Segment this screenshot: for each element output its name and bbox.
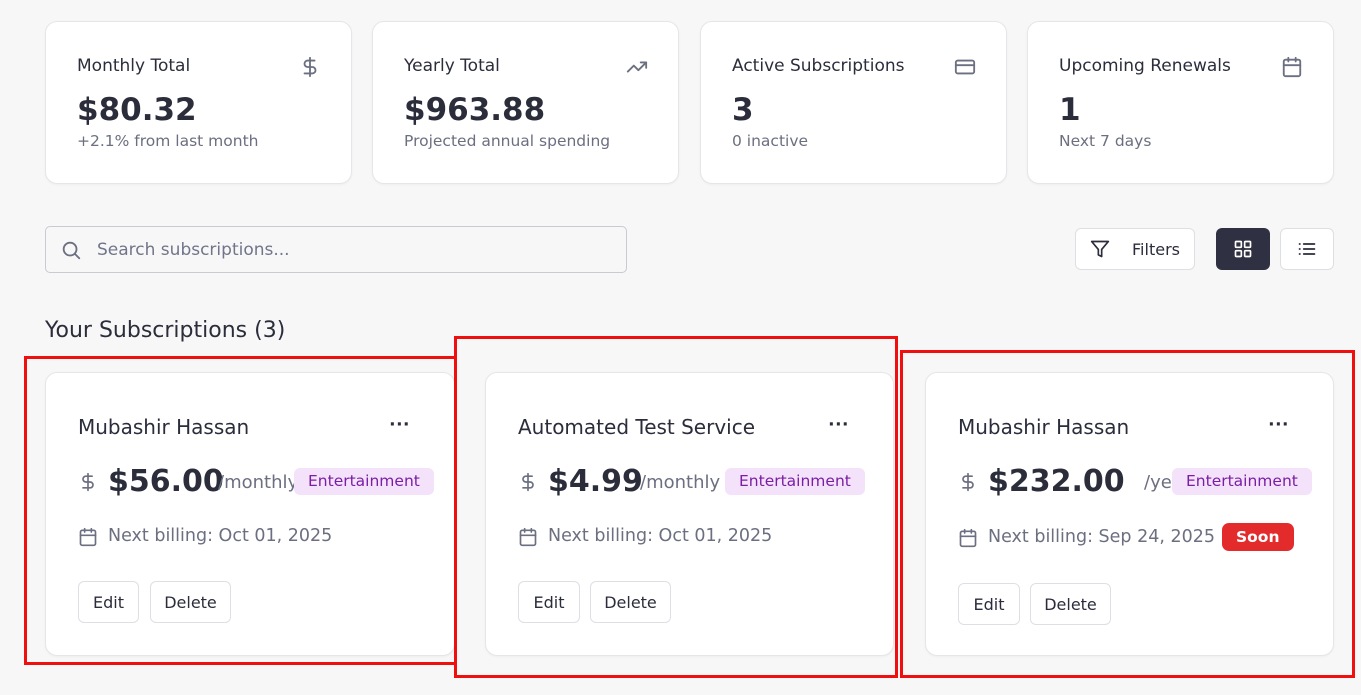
filters-button[interactable]: Filters xyxy=(1075,228,1195,270)
list-icon xyxy=(1298,243,1316,255)
trending-up-icon xyxy=(626,61,648,73)
edit-button[interactable]: Edit xyxy=(958,583,1020,625)
subscription-price: $56.00 xyxy=(108,464,224,499)
stat-card-yearly-total: Yearly Total $963.88 Projected annual sp… xyxy=(372,21,679,184)
stat-value: $80.32 xyxy=(77,92,197,128)
next-billing-date: Next billing: Sep 24, 2025 xyxy=(988,527,1216,547)
stat-label: Upcoming Renewals xyxy=(1059,56,1231,76)
stat-subtext: +2.1% from last month xyxy=(77,132,259,150)
dollar-icon xyxy=(82,472,94,492)
stat-value: 3 xyxy=(732,92,754,128)
soon-badge: Soon xyxy=(1222,523,1294,551)
stat-subtext: 0 inactive xyxy=(732,132,809,150)
subscription-card: Mubashir Hassan ··· $56.00 /monthly Ente… xyxy=(45,372,455,656)
category-tag: Entertainment xyxy=(1172,468,1312,495)
dollar-icon xyxy=(522,472,534,492)
section-title: Your Subscriptions (3) xyxy=(45,318,286,343)
stat-value: 1 xyxy=(1059,92,1081,128)
grid-view-button[interactable] xyxy=(1216,228,1270,270)
dollar-icon xyxy=(962,472,974,492)
stat-card-active-subscriptions: Active Subscriptions 3 0 inactive xyxy=(700,21,1007,184)
filter-icon xyxy=(1090,240,1110,258)
subscription-card: Automated Test Service ··· $4.99 /monthl… xyxy=(485,372,894,656)
calendar-icon xyxy=(1282,56,1302,78)
search-box[interactable] xyxy=(45,226,627,273)
next-billing-date: Next billing: Oct 01, 2025 xyxy=(548,526,773,546)
category-tag: Entertainment xyxy=(725,468,865,495)
grid-icon xyxy=(1234,240,1252,258)
stat-label: Yearly Total xyxy=(404,56,500,76)
stat-label: Monthly Total xyxy=(77,56,191,76)
more-options-icon[interactable]: ··· xyxy=(389,415,410,435)
subscription-price: $232.00 xyxy=(988,464,1125,499)
stat-value: $963.88 xyxy=(404,92,546,128)
delete-button[interactable]: Delete xyxy=(590,581,671,623)
edit-button[interactable]: Edit xyxy=(78,581,139,623)
subscription-card: Mubashir Hassan ··· $232.00 /yearly Ente… xyxy=(925,372,1334,656)
stat-card-upcoming-renewals: Upcoming Renewals 1 Next 7 days xyxy=(1027,21,1334,184)
more-options-icon[interactable]: ··· xyxy=(1268,415,1289,435)
billing-period: /monthly xyxy=(640,472,721,493)
search-icon xyxy=(62,241,81,260)
next-billing-date: Next billing: Oct 01, 2025 xyxy=(108,526,333,546)
category-tag: Entertainment xyxy=(294,468,434,495)
stat-card-monthly-total: Monthly Total $80.32 +2.1% from last mon… xyxy=(45,21,352,184)
more-options-icon[interactable]: ··· xyxy=(828,415,849,435)
search-input[interactable] xyxy=(97,227,617,272)
subscription-price: $4.99 xyxy=(548,464,643,499)
calendar-icon xyxy=(959,528,977,548)
stat-label: Active Subscriptions xyxy=(732,56,905,76)
subscription-name: Mubashir Hassan xyxy=(78,415,250,439)
edit-button[interactable]: Edit xyxy=(518,581,580,623)
list-view-button[interactable] xyxy=(1280,228,1334,270)
calendar-icon xyxy=(79,527,97,547)
filters-label: Filters xyxy=(1132,239,1180,259)
delete-button[interactable]: Delete xyxy=(1030,583,1111,625)
credit-card-icon xyxy=(954,59,976,75)
stat-subtext: Projected annual spending xyxy=(404,132,611,150)
calendar-icon xyxy=(519,527,537,547)
subscription-name: Automated Test Service xyxy=(518,415,756,439)
billing-period: /monthly xyxy=(218,472,299,493)
stat-subtext: Next 7 days xyxy=(1059,132,1152,150)
subscription-name: Mubashir Hassan xyxy=(958,415,1130,439)
delete-button[interactable]: Delete xyxy=(150,581,231,623)
dollar-icon xyxy=(303,56,317,78)
